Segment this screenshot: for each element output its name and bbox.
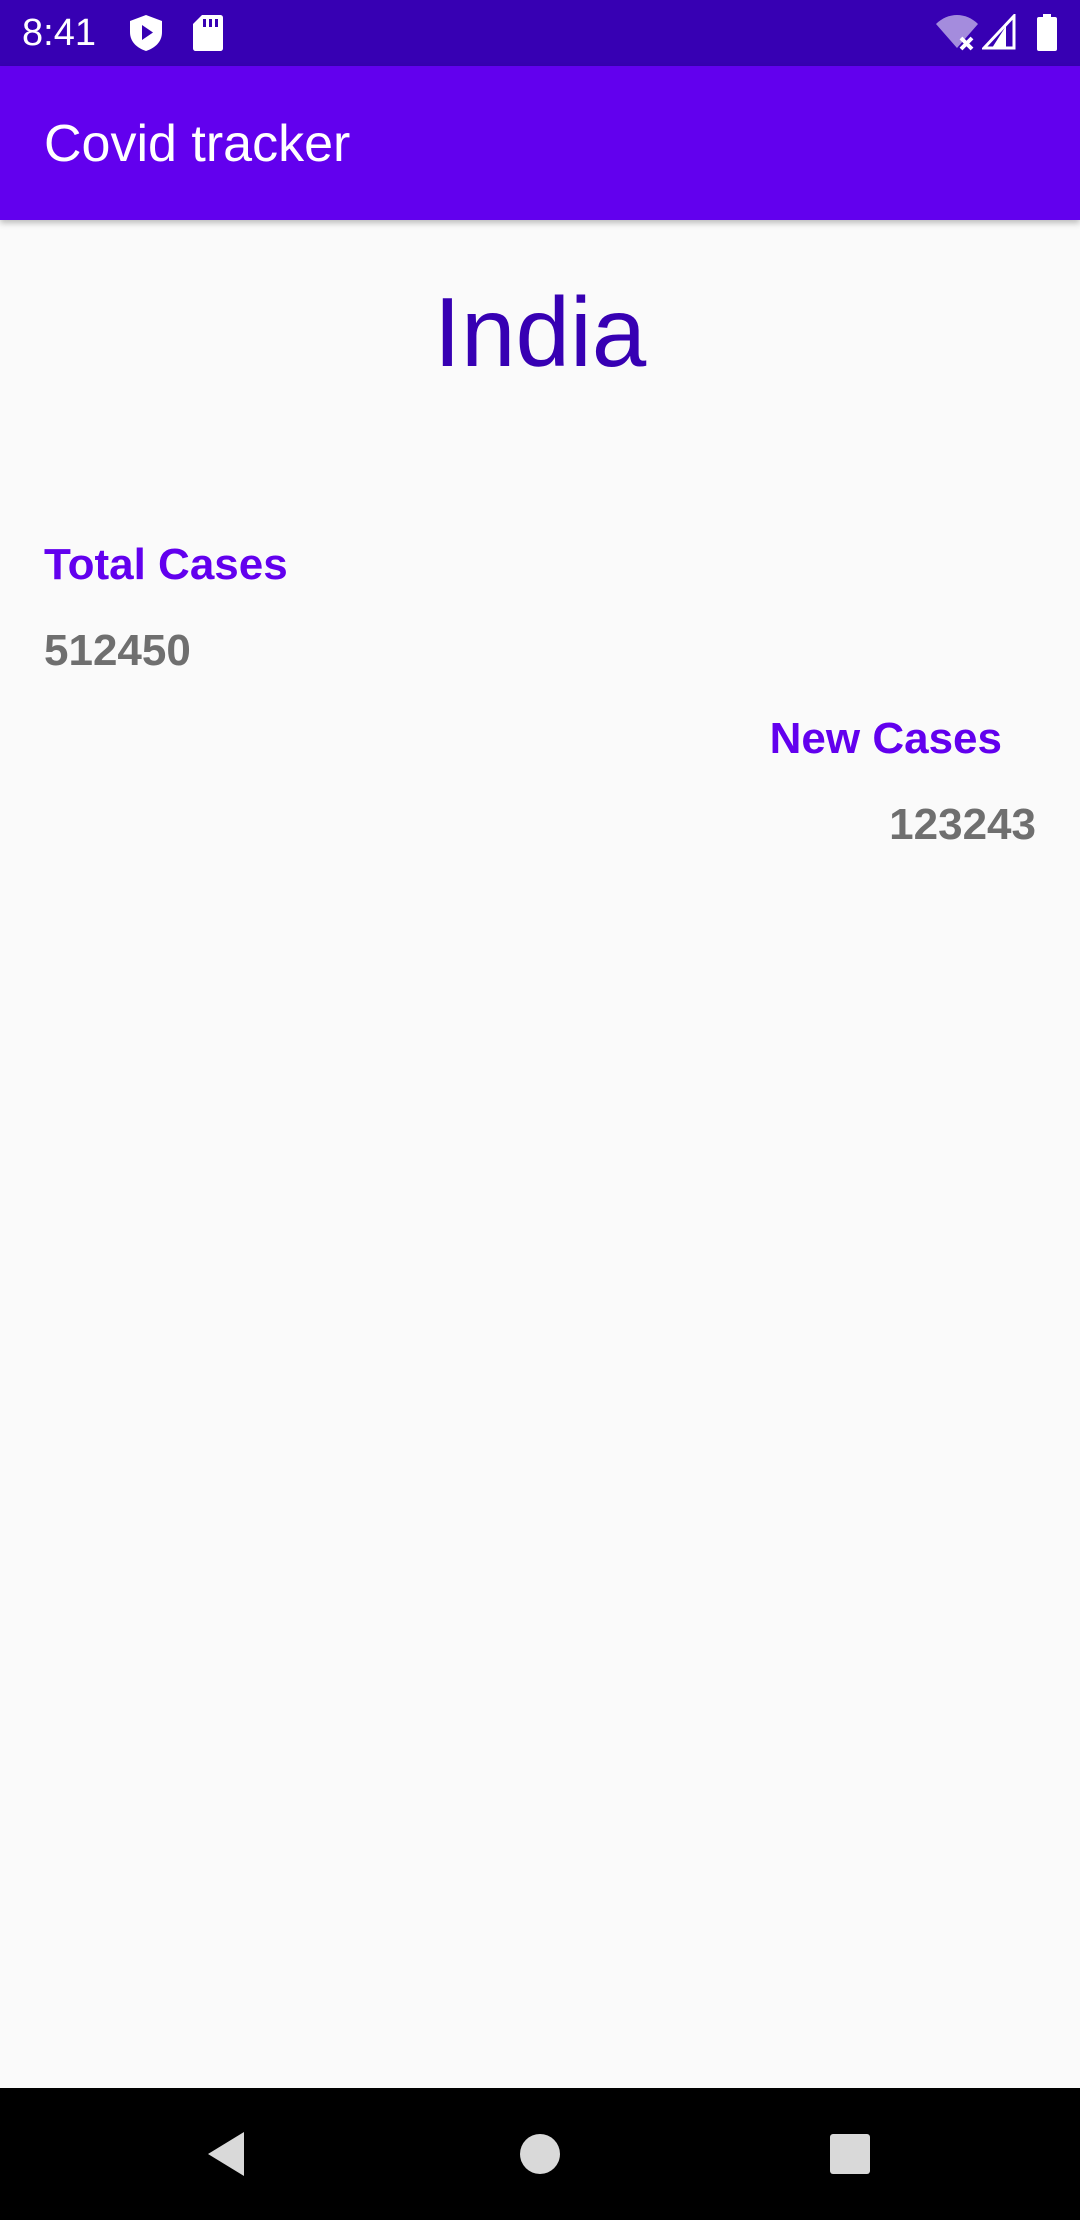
country-name: India [433,277,647,387]
wifi-off-icon [936,15,978,51]
total-cases-value: 512450 [44,626,191,675]
shield-play-icon [130,15,162,51]
navigation-bar [0,2088,1080,2220]
status-bar: 8:41 [0,0,1080,66]
new-cases-label: New Cases [769,714,1002,763]
new-cases-value: 123243 [889,800,1036,849]
screen: 8:41 Covid tracker India Total Cases 512… [0,0,1080,2220]
recents-icon [830,2134,870,2174]
home-icon [520,2134,560,2174]
app-bar: Covid tracker [0,66,1080,220]
home-button[interactable] [480,2088,600,2220]
app-title: Covid tracker [44,115,351,173]
back-button[interactable] [166,2088,286,2220]
back-icon [208,2132,244,2176]
battery-icon [1037,14,1057,51]
sd-card-icon [193,15,223,51]
cell-signal-icon [982,14,1016,50]
total-cases-label: Total Cases [44,540,288,589]
status-time: 8:41 [22,12,96,54]
recents-button[interactable] [790,2088,910,2220]
